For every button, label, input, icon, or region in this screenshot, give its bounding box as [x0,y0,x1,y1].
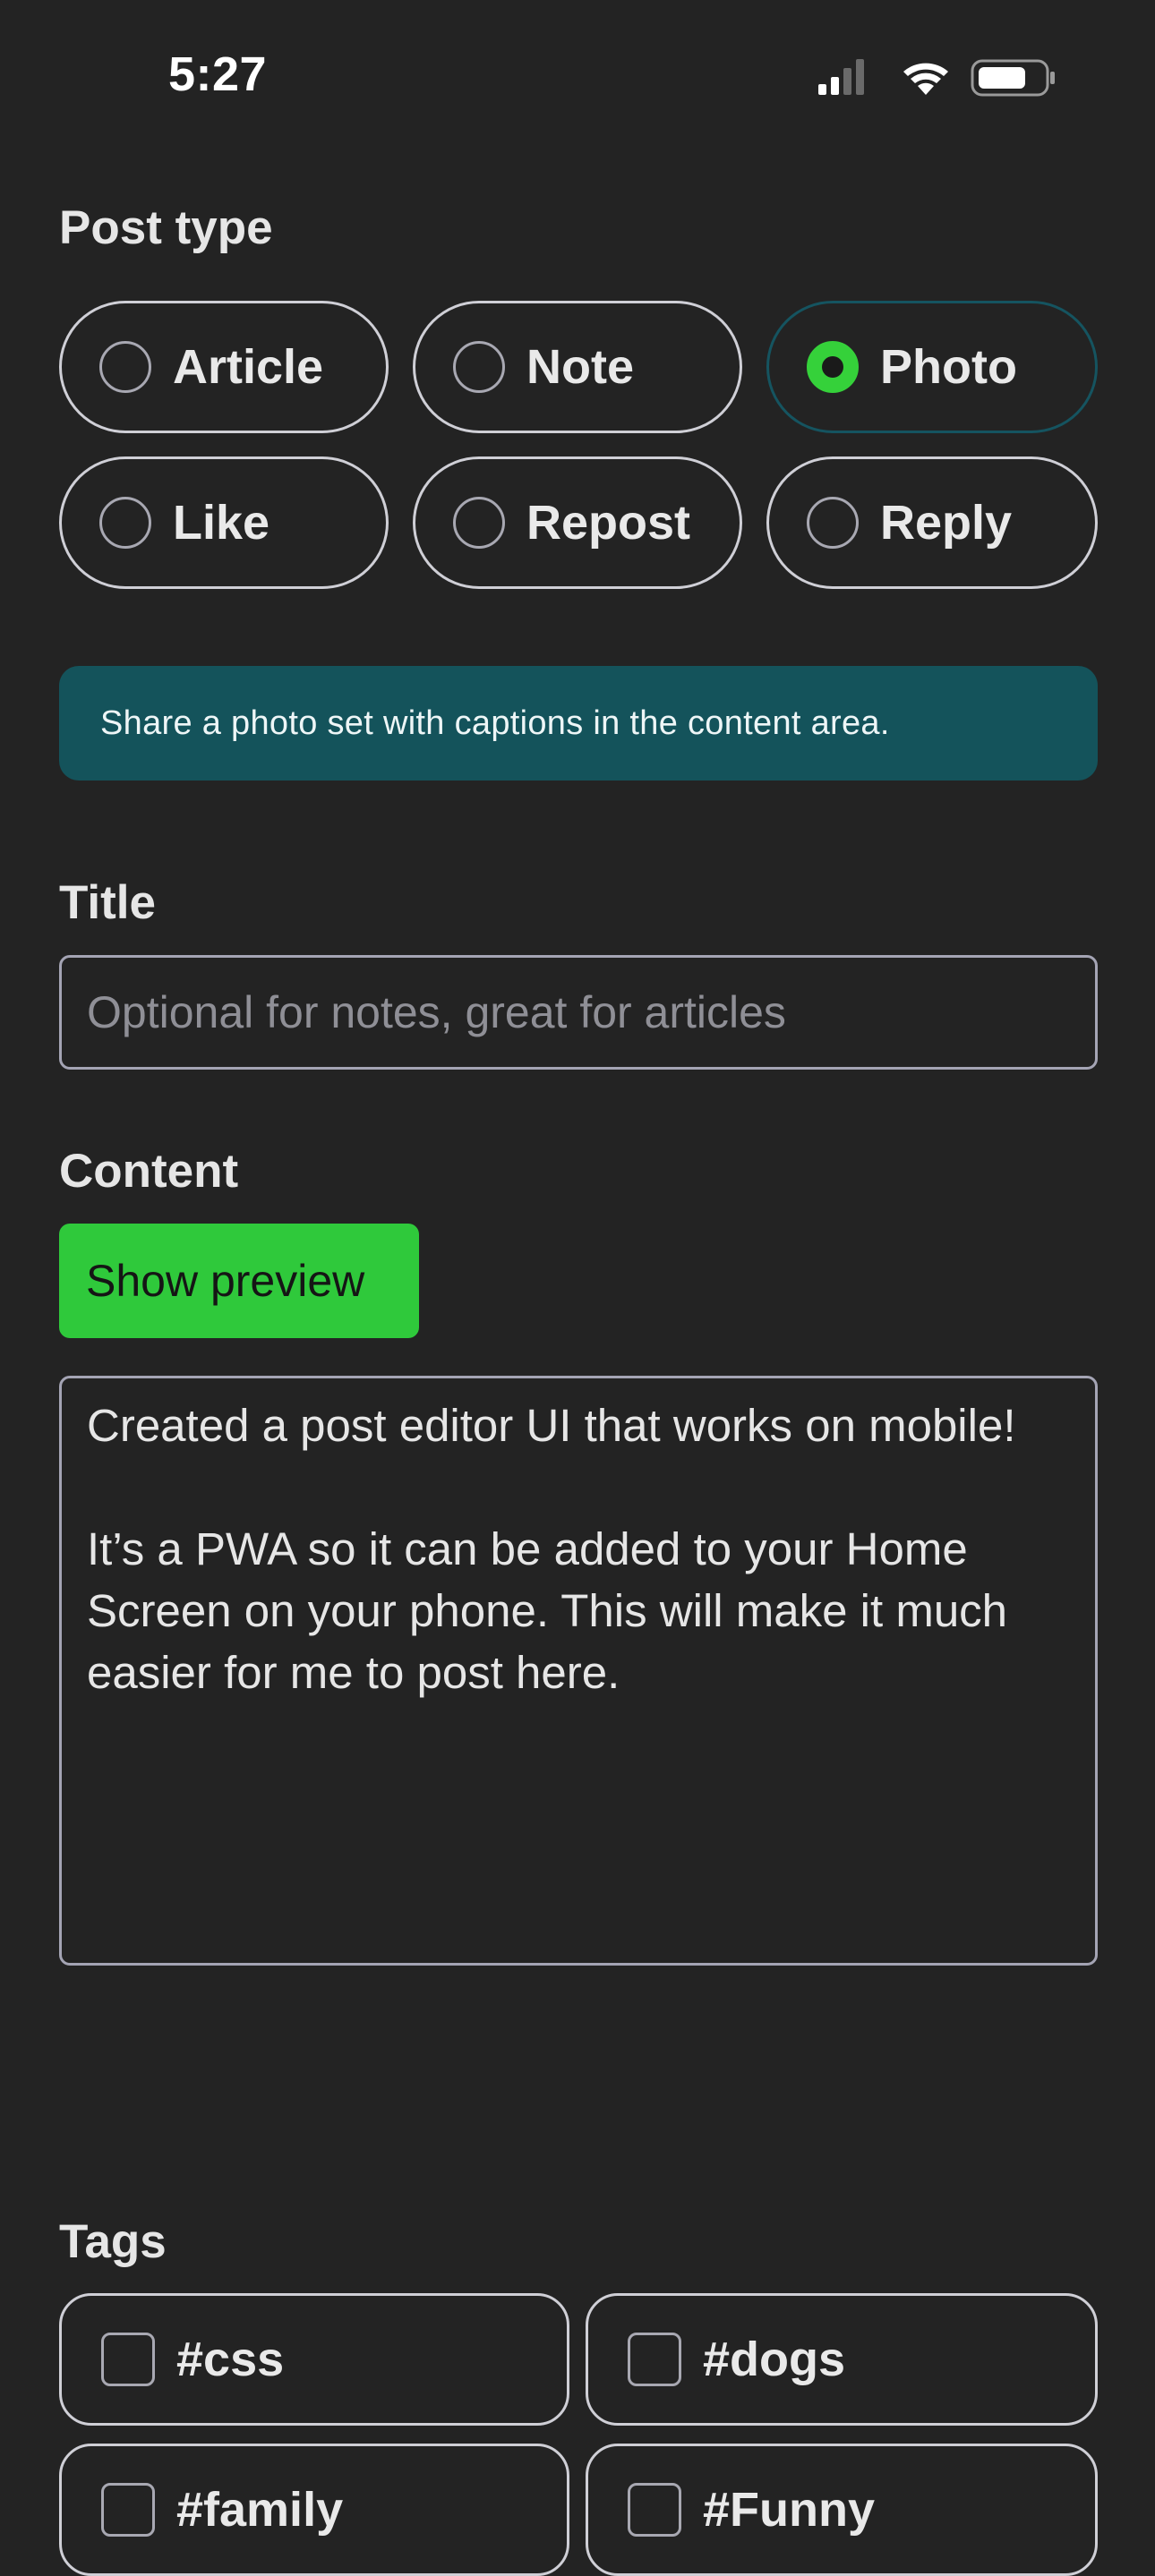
title-heading: Title [59,876,156,929]
radio-circle-icon [453,497,505,549]
post-type-heading: Post type [59,201,273,254]
post-type-option-like[interactable]: Like [59,456,389,589]
radio-circle-icon [99,497,151,549]
show-preview-button[interactable]: Show preview [59,1224,419,1338]
post-type-label: Reply [880,496,1013,550]
post-type-label: Photo [880,340,1017,394]
post-type-option-photo[interactable]: Photo [766,301,1098,433]
post-type-option-article[interactable]: Article [59,301,389,433]
content-textarea[interactable]: Created a post editor UI that works on m… [59,1376,1098,1966]
post-type-label: Repost [526,496,691,550]
post-type-hint-banner: Share a photo set with captions in the c… [59,666,1098,780]
post-type-label: Article [173,340,324,394]
tag-label: #dogs [703,2333,846,2386]
wifi-icon [903,63,948,95]
tag-option-funny[interactable]: #Funny [586,2444,1098,2576]
tag-label: #css [176,2333,285,2386]
title-input[interactable] [59,955,1098,1070]
post-type-hint-text: Share a photo set with captions in the c… [100,704,890,742]
cellular-signal-icon [818,59,864,95]
checkbox-icon [628,2483,681,2537]
radio-selected-icon [807,341,859,393]
tags-heading: Tags [59,2215,167,2268]
tag-option-family[interactable]: #family [59,2444,569,2576]
content-heading: Content [59,1145,239,1198]
post-type-label: Note [526,340,634,394]
status-icons [818,59,1055,97]
checkbox-icon [628,2333,681,2386]
post-type-option-reply[interactable]: Reply [766,456,1098,589]
tag-label: #family [176,2483,344,2537]
status-bar: 5:27 [0,0,1155,152]
post-type-option-note[interactable]: Note [413,301,742,433]
post-type-option-repost[interactable]: Repost [413,456,742,589]
battery-icon [971,59,1055,97]
checkbox-icon [101,2333,155,2386]
post-type-label: Like [173,496,270,550]
tag-option-dogs[interactable]: #dogs [586,2293,1098,2426]
tag-option-css[interactable]: #css [59,2293,569,2426]
status-time: 5:27 [168,47,268,101]
radio-circle-icon [807,497,859,549]
radio-circle-icon [453,341,505,393]
radio-circle-icon [99,341,151,393]
tag-label: #Funny [703,2483,876,2537]
checkbox-icon [101,2483,155,2537]
